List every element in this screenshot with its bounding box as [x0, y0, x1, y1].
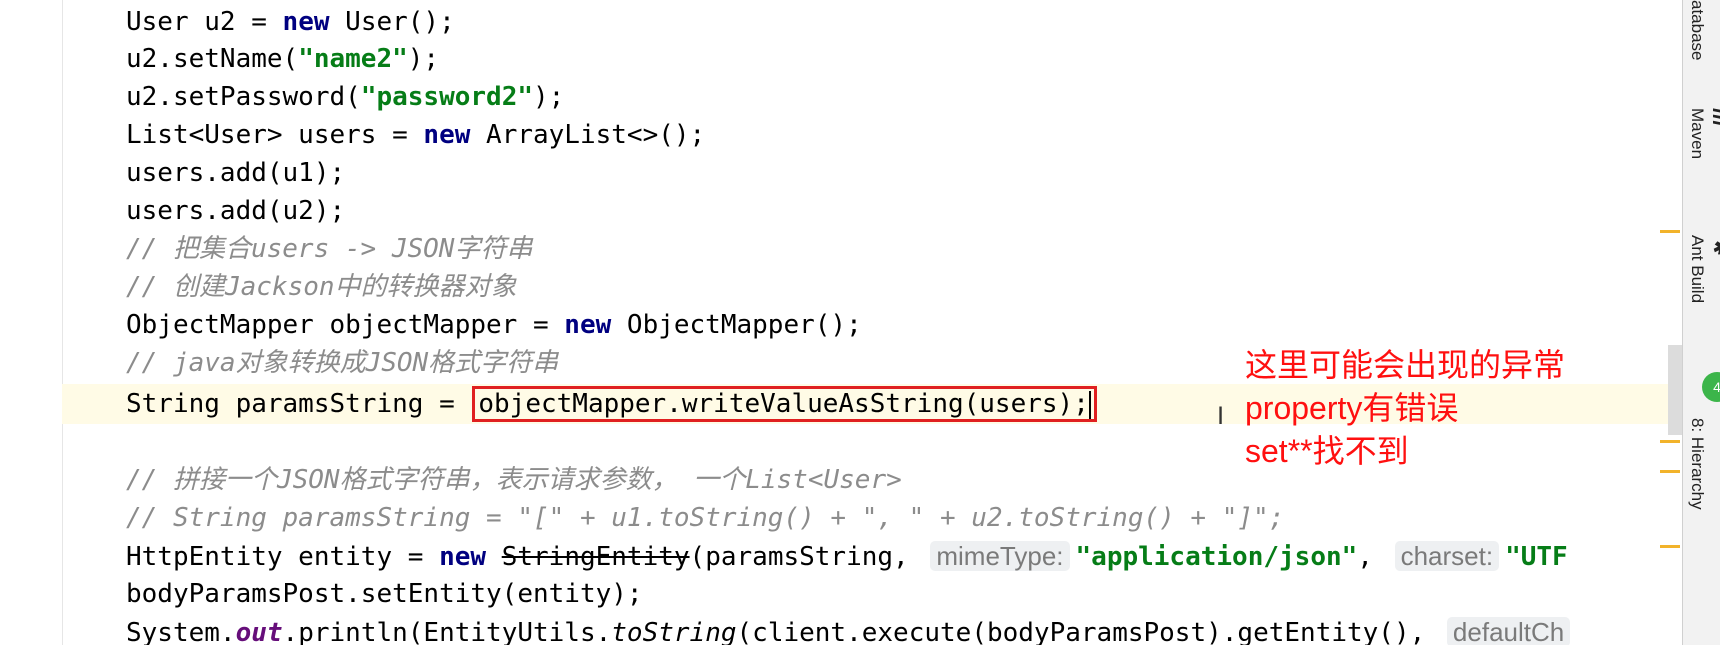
- code-comment[interactable]: // 拼接一个JSON格式字符串，表示请求参数， 一个List<User>: [126, 461, 902, 499]
- parameter-hint: mimeType:: [930, 541, 1070, 571]
- code-line[interactable]: System.out.println(EntityUtils.toString(…: [126, 613, 1576, 645]
- code-line[interactable]: users.add(u1);: [126, 154, 345, 192]
- right-tool-window-bar: atabase m Maven ✱ Ant Build 8: Hierarchy: [1682, 0, 1720, 645]
- code-line[interactable]: ObjectMapper objectMapper = new ObjectMa…: [126, 306, 862, 344]
- annotation-line: 这里可能会出现的异常: [1245, 347, 1566, 383]
- code-comment[interactable]: // 创建Jackson中的转换器对象: [126, 268, 517, 306]
- tab-maven[interactable]: m Maven: [1687, 108, 1720, 159]
- annotation-line: set**找不到: [1245, 433, 1409, 469]
- code-comment[interactable]: // String paramsString = "[" + u1.toStri…: [126, 499, 1284, 537]
- scrollbar-thumb[interactable]: [1668, 345, 1682, 435]
- maven-icon: m: [1708, 108, 1720, 126]
- editor-gutter: [0, 0, 63, 645]
- code-line[interactable]: users.add(u2);: [126, 192, 345, 230]
- code-line[interactable]: List<User> users = new ArrayList<>();: [126, 116, 705, 154]
- code-line-current[interactable]: String paramsString = objectMapper.write…: [126, 385, 1097, 423]
- code-line[interactable]: u2.setPassword("password2");: [126, 78, 564, 116]
- tab-database[interactable]: atabase: [1687, 0, 1707, 61]
- warning-marker[interactable]: [1660, 545, 1680, 548]
- tab-ant-build[interactable]: ✱ Ant Build: [1687, 235, 1720, 303]
- code-line[interactable]: HttpEntity entity = new StringEntity(par…: [126, 537, 1568, 575]
- ant-icon: ✱: [1708, 235, 1720, 259]
- warning-marker[interactable]: [1660, 470, 1680, 473]
- text-caret: [1088, 390, 1091, 419]
- code-line[interactable]: User u2 = new User();: [126, 3, 455, 41]
- parameter-hint: charset:: [1394, 541, 1500, 571]
- warning-marker[interactable]: [1660, 230, 1680, 233]
- ibeam-cursor-icon: I: [1217, 402, 1225, 430]
- highlight-box: objectMapper.writeValueAsString(users);: [472, 386, 1097, 422]
- code-editor[interactable]: User u2 = new User(); u2.setName("name2"…: [62, 0, 1682, 645]
- code-line[interactable]: bodyParamsPost.setEntity(entity);: [126, 575, 643, 613]
- warning-marker[interactable]: [1660, 440, 1680, 443]
- parameter-hint: defaultCh: [1446, 617, 1571, 645]
- error-annotation: 这里可能会出现的异常 property有错误 set**找不到: [1245, 344, 1565, 473]
- tab-hierarchy[interactable]: 8: Hierarchy: [1687, 418, 1707, 510]
- code-line[interactable]: u2.setName("name2");: [126, 40, 439, 78]
- annotation-line: property有错误: [1245, 390, 1459, 426]
- code-comment[interactable]: // 把集合users -> JSON字符串: [126, 230, 532, 268]
- code-comment[interactable]: // java对象转换成JSON格式字符串: [126, 344, 558, 382]
